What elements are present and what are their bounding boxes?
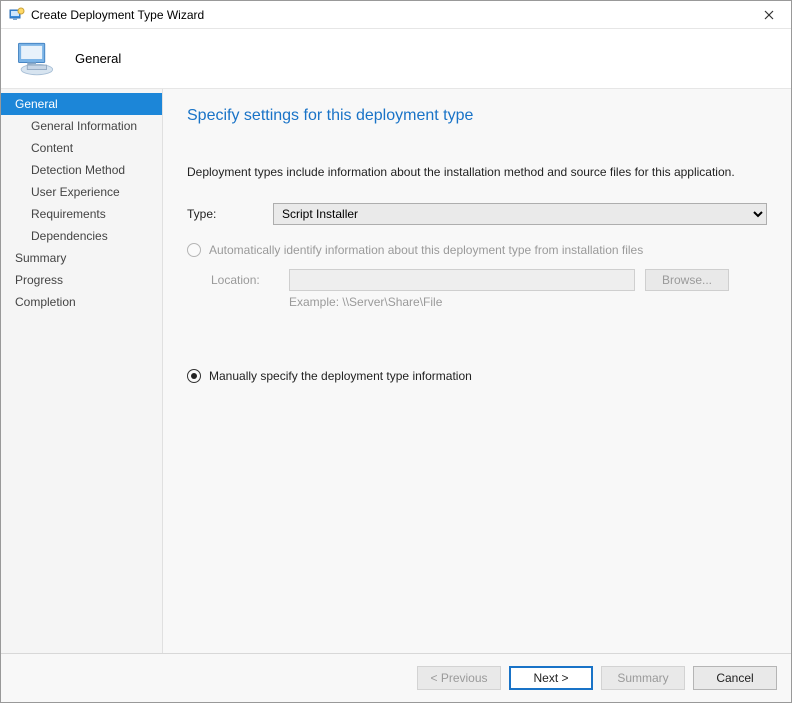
radio-auto: Automatically identify information about…	[187, 243, 767, 257]
titlebar: Create Deployment Type Wizard	[1, 1, 791, 29]
main-panel: Specify settings for this deployment typ…	[163, 89, 791, 653]
sidebar-step-0[interactable]: General	[1, 93, 162, 115]
sidebar-step-4[interactable]: User Experience	[1, 181, 162, 203]
cancel-button[interactable]: Cancel	[693, 666, 777, 690]
sidebar: GeneralGeneral InformationContentDetecti…	[1, 89, 163, 653]
page-description: Deployment types include information abo…	[187, 165, 767, 179]
banner: General	[1, 29, 791, 89]
previous-button: < Previous	[417, 666, 501, 690]
radio-manual-label: Manually specify the deployment type inf…	[209, 369, 472, 383]
app-icon	[9, 7, 25, 23]
banner-title: General	[75, 51, 121, 66]
close-button[interactable]	[753, 4, 785, 26]
summary-button: Summary	[601, 666, 685, 690]
location-input	[289, 269, 635, 291]
radio-dot	[191, 373, 197, 379]
sidebar-step-7[interactable]: Summary	[1, 247, 162, 269]
next-button[interactable]: Next >	[509, 666, 593, 690]
location-label: Location:	[211, 273, 289, 287]
sidebar-step-2[interactable]: Content	[1, 137, 162, 159]
radio-icon	[187, 243, 201, 257]
type-label: Type:	[187, 207, 273, 221]
sidebar-step-8[interactable]: Progress	[1, 269, 162, 291]
sidebar-step-9[interactable]: Completion	[1, 291, 162, 313]
window-title: Create Deployment Type Wizard	[31, 8, 753, 22]
sidebar-step-3[interactable]: Detection Method	[1, 159, 162, 181]
radio-manual[interactable]: Manually specify the deployment type inf…	[187, 369, 767, 383]
type-row: Type: Script Installer	[187, 203, 767, 225]
wizard-body: GeneralGeneral InformationContentDetecti…	[1, 89, 791, 654]
radio-auto-label: Automatically identify information about…	[209, 243, 643, 257]
sidebar-step-1[interactable]: General Information	[1, 115, 162, 137]
page-heading: Specify settings for this deployment typ…	[187, 107, 767, 125]
radio-icon-selected	[187, 369, 201, 383]
location-example: Example: \\Server\Share\File	[187, 295, 767, 309]
browse-button: Browse...	[645, 269, 729, 291]
type-select[interactable]: Script Installer	[273, 203, 767, 225]
footer: < Previous Next > Summary Cancel	[1, 654, 791, 702]
location-row: Location: Browse...	[187, 269, 767, 291]
sidebar-step-6[interactable]: Dependencies	[1, 225, 162, 247]
close-icon	[764, 10, 774, 20]
computer-icon	[15, 38, 57, 80]
sidebar-step-5[interactable]: Requirements	[1, 203, 162, 225]
